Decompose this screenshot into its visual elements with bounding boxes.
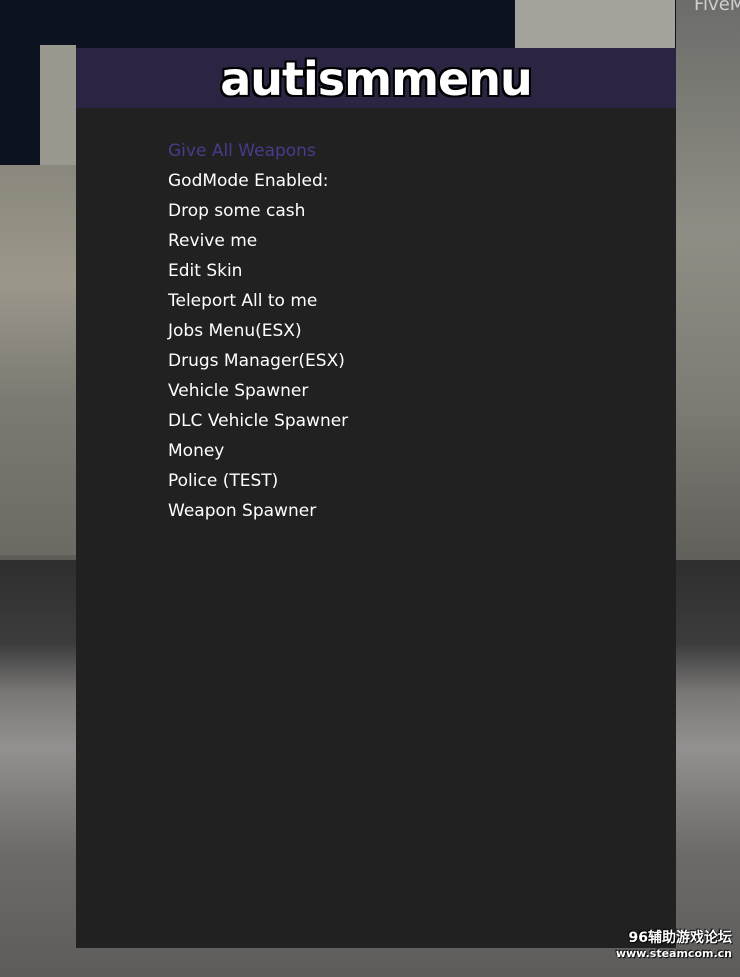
menu-item-godmode[interactable]: GodMode Enabled: <box>168 166 348 196</box>
menu-title: autismmenu <box>220 52 532 106</box>
background-wall <box>676 0 740 580</box>
menu-item-money[interactable]: Money <box>168 436 348 466</box>
menu-item-police[interactable]: Police (TEST) <box>168 466 348 496</box>
menu-item-drop-cash[interactable]: Drop some cash <box>168 196 348 226</box>
menu-item-vehicle-spawner[interactable]: Vehicle Spawner <box>168 376 348 406</box>
background-building <box>40 45 76 170</box>
background-wall <box>0 165 76 555</box>
corner-overlay-text: FiveM <box>694 0 740 15</box>
menu-item-drugs-manager[interactable]: Drugs Manager(ESX) <box>168 346 348 376</box>
menu-item-revive[interactable]: Revive me <box>168 226 348 256</box>
menu-item-edit-skin[interactable]: Edit Skin <box>168 256 348 286</box>
background-building <box>515 0 675 50</box>
menu-item-dlc-vehicle-spawner[interactable]: DLC Vehicle Spawner <box>168 406 348 436</box>
watermark-url: www.steamcom.cn <box>615 947 732 960</box>
watermark-title: 96辅助游戏论坛 <box>628 930 732 946</box>
game-screen: FiveM autismmenu Give All Weapons GodMod… <box>0 0 740 977</box>
site-watermark: 96辅助游戏论坛 www.steamcom.cn <box>616 929 732 961</box>
menu-item-jobs-menu[interactable]: Jobs Menu(ESX) <box>168 316 348 346</box>
mod-menu: autismmenu Give All Weapons GodMode Enab… <box>76 48 676 948</box>
menu-item-give-all-weapons[interactable]: Give All Weapons <box>168 136 348 166</box>
menu-item-weapon-spawner[interactable]: Weapon Spawner <box>168 496 348 526</box>
menu-header: autismmenu <box>76 48 676 108</box>
menu-list: Give All Weapons GodMode Enabled: Drop s… <box>168 136 348 526</box>
menu-item-teleport-all[interactable]: Teleport All to me <box>168 286 348 316</box>
